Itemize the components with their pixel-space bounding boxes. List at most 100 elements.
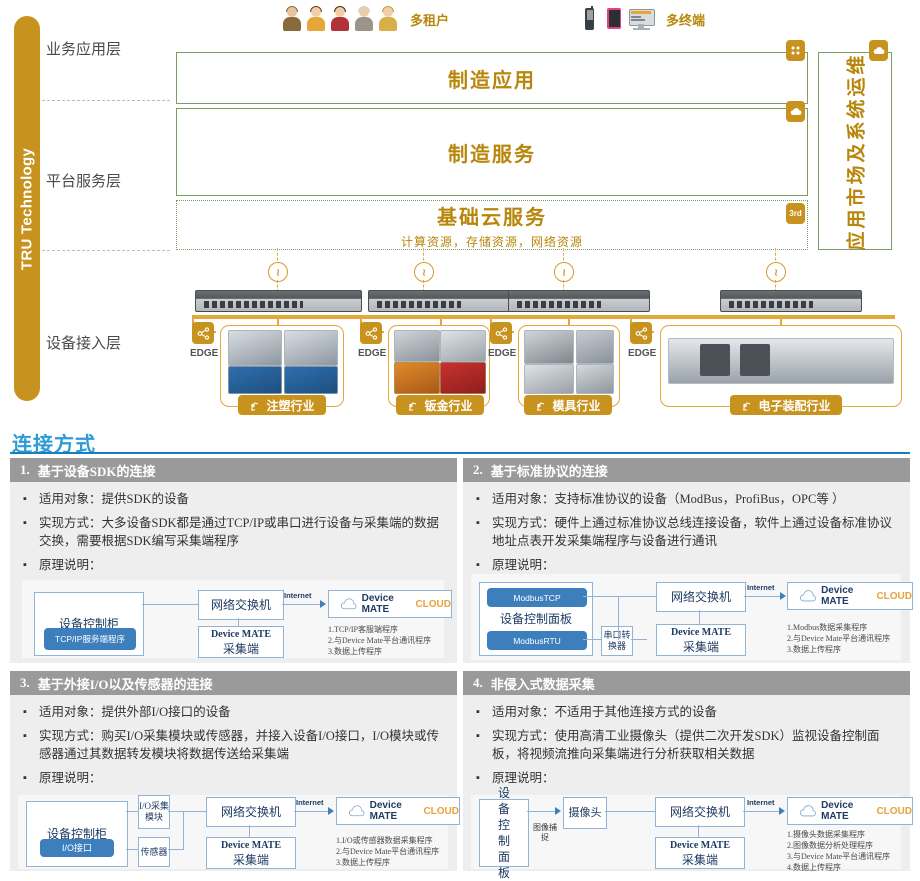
bullet-text: 原理说明：: [492, 771, 555, 785]
cloud-name: Device MATE: [361, 593, 394, 615]
internet-label: Internet: [296, 798, 324, 807]
box-subtitle: 计算资源，存储资源，网络资源: [400, 234, 583, 249]
layer-label-business: 业务应用层: [46, 42, 122, 58]
modbus-tcp-pill: ModbusTCP: [487, 588, 587, 607]
note-line: 1.TCP/IP客服端程序: [328, 625, 399, 634]
collector-node: Device MATE 采集端: [655, 837, 745, 869]
multi-terminal-group: 多终端: [580, 6, 705, 32]
node-label: 网络交换机: [220, 805, 281, 819]
node-label-line1: Device MATE: [670, 627, 732, 638]
note-line: 1.摄像头数据采集程序: [787, 830, 865, 839]
network-switch-icon: [720, 290, 862, 312]
bullet-text: 适用对象：提供SDK的设备: [39, 492, 190, 506]
note-line: 3.数据上传程序: [787, 645, 841, 654]
link-line: [142, 604, 198, 605]
machine-image: [524, 330, 574, 364]
node-label: 网络交换机: [669, 805, 730, 819]
image-capture-label: 图像捕捉: [533, 823, 557, 842]
quadrant-number: 4.: [473, 675, 483, 690]
link-line: [631, 639, 647, 640]
third-party-badge: 3rd: [786, 203, 805, 224]
machine-image: [228, 330, 282, 366]
sensor-node: 传感器: [138, 837, 170, 867]
node-label: 设备控制面板: [497, 786, 510, 880]
bullet-text: 适用对象：支持标准协议的设备（ModBus，ProfiBus，OPC等 ）: [492, 492, 845, 506]
link-line: [618, 596, 656, 597]
robot-arm-icon: [743, 401, 751, 411]
link-line: [126, 811, 138, 812]
industry-tag-3: 模具行业: [524, 395, 612, 415]
cloud-icon: [786, 101, 805, 122]
box-manufacturing-application: 制造应用: [176, 52, 808, 104]
node-label-line1: Device MATE: [210, 629, 272, 640]
bullet-text: 适用对象：不适用于其他连接方式的设备: [492, 705, 718, 719]
link-line: [183, 811, 207, 812]
node-label: I/O采集模块: [139, 801, 169, 822]
quadrant-heading: 基于设备SDK的连接: [37, 463, 156, 479]
cloud-icon: [869, 40, 888, 61]
quadrant-4-header: 4. 非侵入式数据采集: [463, 671, 910, 695]
box-title: 制造应用: [448, 69, 536, 92]
node-label-line2: 采集端: [222, 642, 259, 656]
bullet-item: ▪ 实现方式：使用高清工业摄像头（提供二次开发SDK）监视设备控制面板，将视频流推…: [473, 727, 900, 763]
cloud-suffix: CLOUD: [876, 590, 912, 602]
node-label: 网络交换机: [210, 598, 271, 612]
quadrant-1-schematic: 设备控制柜 TCP/IP服务端程序 网络交换机 Device MATE 采集端 …: [22, 580, 452, 658]
arrow-head: [779, 807, 785, 815]
machine-image: [440, 362, 486, 394]
device-mate-cloud-node: Device MATE CLOUD: [787, 797, 913, 825]
edge-label: EDGE: [358, 348, 387, 359]
industry-tag-4: 电子装配行业: [730, 395, 842, 415]
edge-node-icon: [360, 322, 382, 344]
edge-node-icon: [630, 322, 652, 344]
industry-name: 钣金行业: [424, 398, 473, 413]
user-icon: [378, 6, 398, 32]
tablet-icon: [604, 6, 624, 32]
bullet-dot: ▪: [476, 493, 480, 505]
link-line: [168, 849, 184, 850]
link-line: [618, 596, 619, 640]
bullet-dot: ▪: [23, 772, 27, 784]
device-mate-cloud-node: Device MATE CLOUD: [328, 590, 452, 618]
bullet-dot: ▪: [476, 517, 480, 529]
bullet-item: ▪ 原理说明：: [20, 769, 447, 787]
network-switch-icon: [508, 290, 650, 312]
cloud-suffix: CLOUD: [415, 598, 451, 610]
edge-label: EDGE: [628, 348, 657, 359]
industry-name: 电子装配行业: [758, 398, 831, 413]
node-label-line2: 采集端: [232, 853, 269, 867]
bullet-text: 实现方式：使用高清工业摄像头（提供二次开发SDK）监视设备控制面板，将视频流推向…: [492, 729, 880, 761]
note-line: 2.图像数据分析处理程序: [787, 841, 873, 850]
machine-image: [576, 330, 614, 364]
tru-technology-sidebar: TRU Technology: [14, 16, 40, 401]
bullet-dot: ▪: [23, 493, 27, 505]
industry-tag-1: 注塑行业: [238, 395, 326, 415]
user-icon: [282, 6, 302, 32]
network-switch-node: 网络交换机: [656, 582, 746, 612]
quadrant-number: 2.: [473, 462, 483, 477]
bullet-item: ▪ 原理说明：: [473, 556, 900, 574]
phone-icon: [580, 6, 600, 32]
note-line: 3.数据上传程序: [328, 647, 382, 656]
wireless-icon: ≀: [414, 262, 434, 282]
cloud-icon: [800, 804, 816, 816]
quadrant-number: 1.: [20, 462, 30, 477]
user-icon: [330, 6, 350, 32]
io-port-pill: I/O接口: [40, 839, 114, 857]
bullet-item: ▪ 实现方式：购买I/O采集模块或传感器，并接入设备I/O接口，I/O模块或传感器…: [20, 727, 447, 763]
bullet-dot: ▪: [23, 517, 27, 529]
node-label-line1: Device MATE: [669, 840, 731, 851]
link-line: [527, 811, 557, 812]
quadrant-3-notes: 1.I/O或传感器数据采集程序 2.与Device Mate平台通讯程序 3.数…: [336, 835, 454, 868]
bullet-item: ▪ 适用对象：支持标准协议的设备（ModBus，ProfiBus，OPC等 ）: [473, 490, 900, 508]
cloud-name: Device MATE: [821, 800, 854, 822]
note-line: 2.与Device Mate平台通讯程序: [336, 847, 440, 856]
edge-label: EDGE: [190, 348, 219, 359]
bullet-dot: ▪: [23, 559, 27, 571]
quadrant-2-schematic: 设备控制面板 ModbusTCP ModbusRTU 串口转换器 网络交换机 D…: [471, 574, 913, 660]
bullet-text: 实现方式：硬件上通过标准协议总线连接设备，软件上通过设备标准协议地址点表开发采集…: [492, 516, 893, 548]
network-switch-node: 网络交换机: [198, 590, 284, 620]
quadrant-4-schematic: 设备控制面板 图像捕捉 摄像头 网络交换机 Device MATE 采集端 In…: [471, 786, 913, 880]
link-line: [294, 811, 330, 812]
bullet-item: ▪ 适用对象：不适用于其他连接方式的设备: [473, 703, 900, 721]
